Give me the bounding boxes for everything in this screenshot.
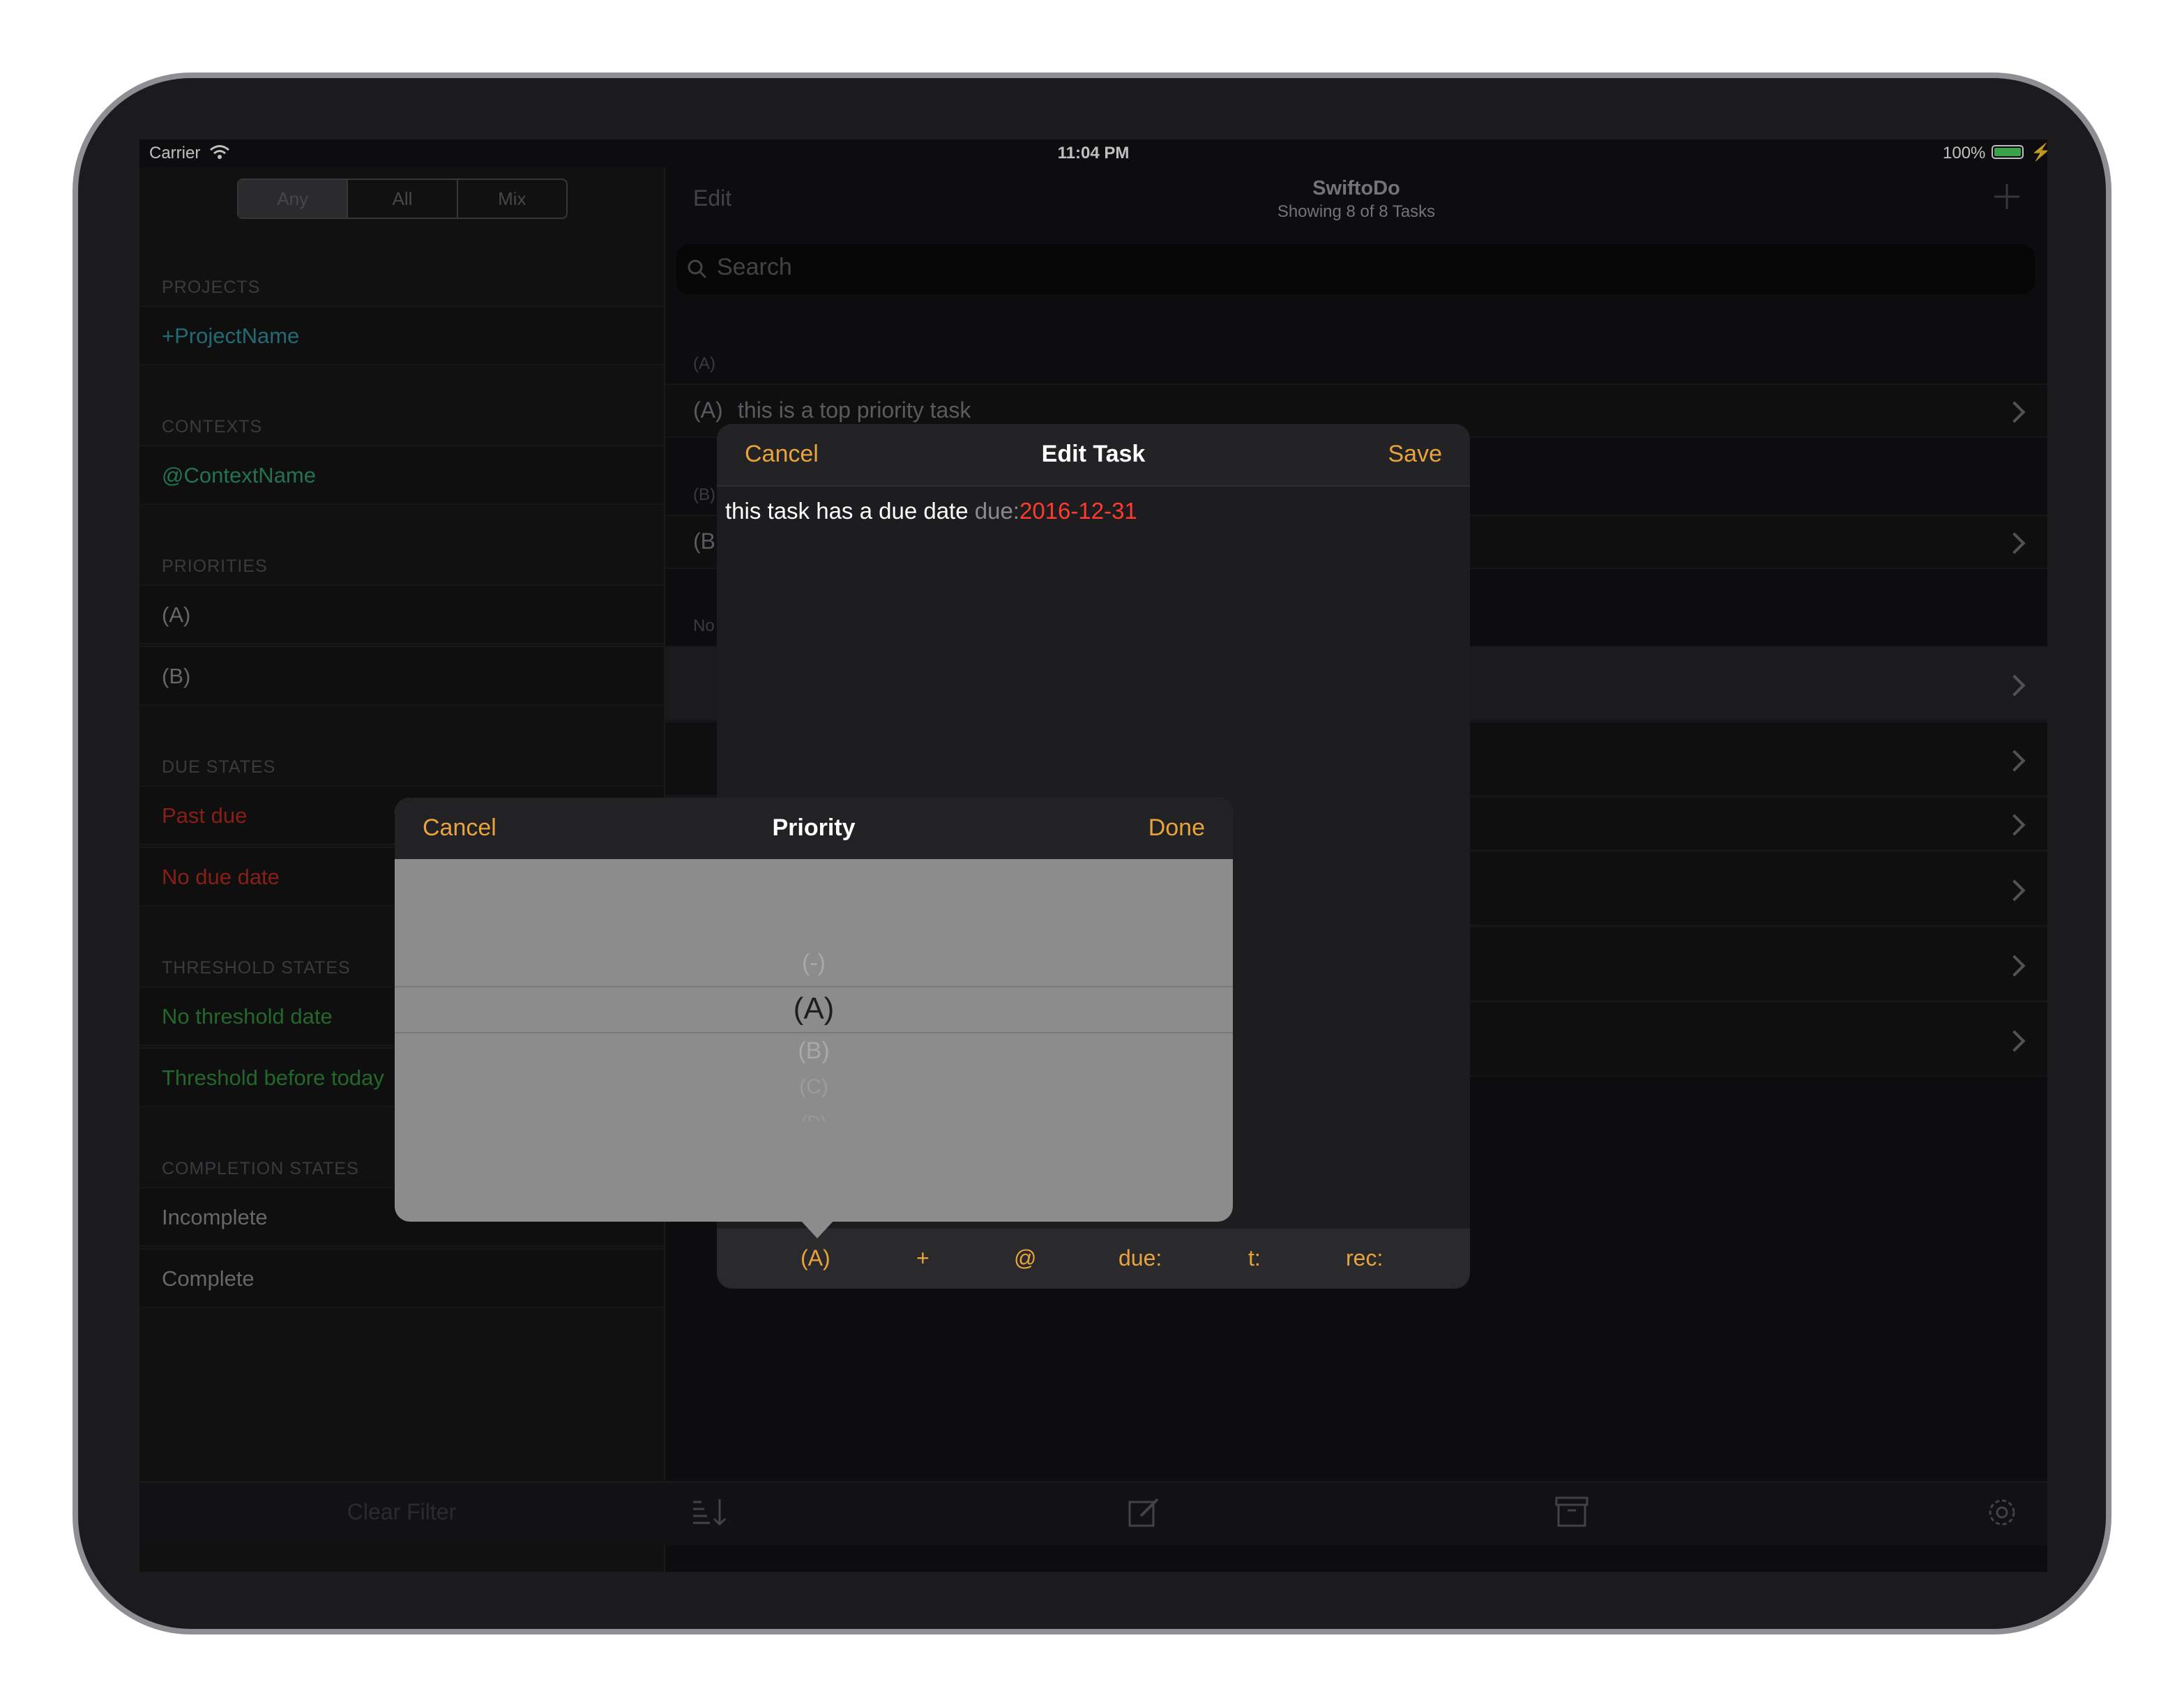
priority-picker-popover: Cancel Priority Done (-) (A) (B) (C) (D) <box>395 798 1233 1222</box>
task-text-editor[interactable]: this task has a due date due:2016-12-31 <box>725 498 1462 524</box>
picker-option[interactable]: (-) <box>395 950 1233 977</box>
edit-task-header: Cancel Edit Task Save <box>717 424 1470 487</box>
accessory-recurrence-button[interactable]: rec: <box>1346 1245 1383 1271</box>
task-text-plain: this task has a due date <box>725 498 975 524</box>
picker-popover-arrow <box>801 1220 834 1238</box>
edit-task-title: Edit Task <box>1041 441 1146 467</box>
picker-option[interactable]: (D) <box>395 1112 1233 1121</box>
task-text-due-key: due: <box>974 498 1019 524</box>
edit-save-button[interactable]: Save <box>1388 441 1443 468</box>
picker-option-selected[interactable]: (A) <box>395 992 1233 1026</box>
picker-option[interactable]: (B) <box>395 1038 1233 1065</box>
accessory-project-button[interactable]: + <box>916 1245 930 1271</box>
picker-option[interactable]: (C) <box>395 1075 1233 1099</box>
picker-option-clip: (D) <box>395 1112 1233 1121</box>
task-text-due-date: 2016-12-31 <box>1019 498 1137 524</box>
priority-picker-header: Cancel Priority Done <box>395 798 1233 859</box>
priority-picker-title: Priority <box>772 814 856 841</box>
accessory-threshold-button[interactable]: t: <box>1248 1245 1261 1271</box>
accessory-due-button[interactable]: due: <box>1118 1245 1162 1271</box>
accessory-context-button[interactable]: @ <box>1014 1245 1036 1271</box>
priority-done-button[interactable]: Done <box>1148 814 1205 842</box>
accessory-priority-button[interactable]: (A) <box>801 1245 831 1271</box>
screen: Carrier 11:04 PM 100% ⚡ Any All Mix PROJ… <box>139 139 2047 1572</box>
